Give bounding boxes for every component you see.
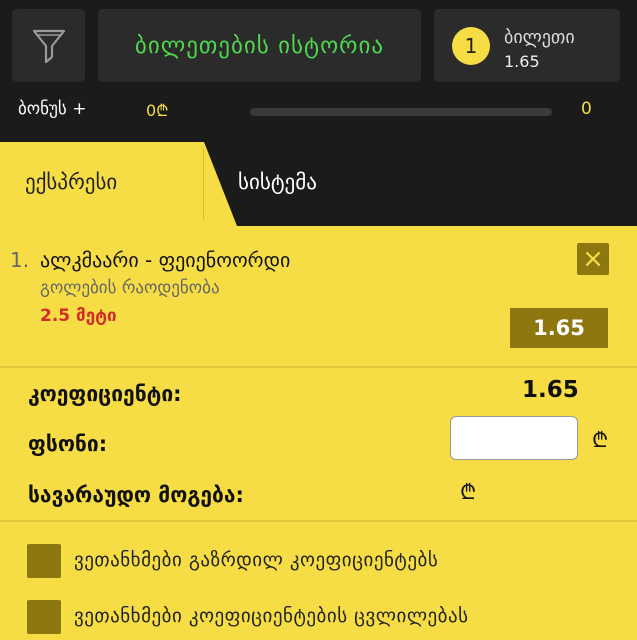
tab-system[interactable]: სისტემა [238, 170, 317, 194]
bet-odd-box: 1.65 [510, 308, 608, 348]
accept-odds-change-label: ვეთანხმები კოეფიციენტების ცვლილებას [74, 605, 469, 627]
accept-odds-change-option[interactable]: ვეთანხმები კოეფიციენტების ცვლილებას [27, 600, 627, 636]
accept-higher-odds-label: ვეთანხმები გაზრდილ კოეფიციენტებს [74, 549, 439, 571]
ticket-history-label: ბილეთების ისტორია [134, 32, 385, 59]
ticket-history-button[interactable]: ბილეთების ისტორია [98, 9, 421, 82]
ticket-count-badge: 1 [452, 27, 490, 65]
filter-button[interactable] [12, 9, 85, 82]
bonus-count: 0 [581, 99, 592, 119]
tab-express[interactable]: ექსპრესი [0, 142, 237, 226]
bet-calculator: კოეფიციენტი: 1.65 ფსონი: ₾ სავარაუდო მოგ… [0, 368, 637, 522]
stake-currency-icon: ₾ [592, 428, 609, 452]
tab-divider [203, 148, 204, 220]
bet-item: 1. ალკმაარი - ფეიენოორდი გოლების რაოდენო… [0, 226, 637, 368]
bet-options: ვეთანხმები გაზრდილ კოეფიციენტებს ვეთანხმ… [0, 522, 637, 640]
possible-win-label: სავარაუდო მოგება: [28, 483, 244, 507]
accept-odds-change-checkbox[interactable] [27, 600, 61, 634]
funnel-icon [32, 29, 65, 63]
bonus-label[interactable]: ბონუს + [18, 99, 86, 119]
accept-higher-odds-option[interactable]: ვეთანხმები გაზრდილ კოეფიციენტებს [27, 544, 627, 580]
bet-pick: 2.5 მეტი [40, 306, 117, 326]
stake-label: ფსონი: [28, 432, 108, 456]
coefficient-label: კოეფიციენტი: [28, 382, 182, 406]
bet-match-name: ალკმაარი - ფეიენოორდი [40, 248, 291, 272]
ticket-label: ბილეთი [504, 27, 575, 48]
win-currency-icon: ₾ [460, 480, 477, 504]
bonus-progress-track [250, 108, 552, 116]
betslip-ticket-button[interactable]: 1 ბილეთი 1.65 [434, 9, 620, 82]
bonus-bar: ბონუს + 0₾ 0 [0, 93, 637, 129]
bet-market: გოლების რაოდენობა [40, 278, 220, 298]
top-bar: ბილეთების ისტორია 1 ბილეთი 1.65 [0, 0, 637, 93]
remove-bet-button[interactable]: × [577, 243, 609, 275]
accept-higher-odds-checkbox[interactable] [27, 544, 61, 578]
bonus-amount: 0₾ [146, 101, 169, 120]
ticket-total-odd: 1.65 [504, 52, 540, 71]
close-icon: × [582, 244, 604, 274]
coefficient-value: 1.65 [522, 377, 579, 403]
tab-express-label: ექსპრესი [25, 170, 118, 194]
bet-type-tabs: ექსპრესი სისტემა [0, 142, 637, 226]
stake-input[interactable] [450, 416, 578, 460]
bet-index: 1. [10, 248, 30, 272]
